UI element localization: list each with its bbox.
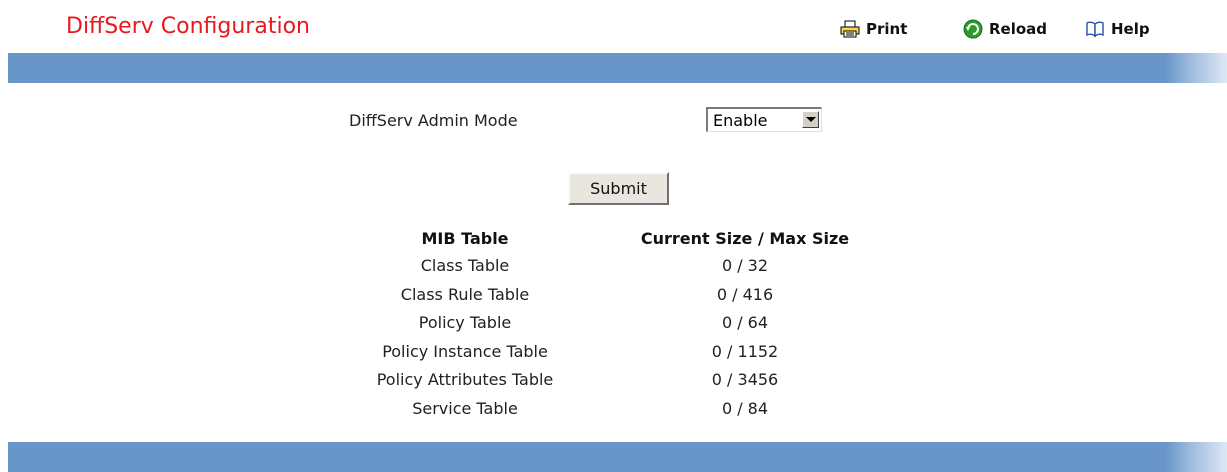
table-row-name: Policy Table: [418, 313, 512, 332]
table-row-size: 0 / 32: [721, 256, 769, 275]
table-row-name: Policy Instance Table: [382, 342, 548, 361]
table-row-size: 0 / 416: [716, 285, 774, 304]
print-label: Print: [866, 20, 908, 38]
table-row-size: 0 / 3456: [711, 370, 779, 389]
reload-label: Reload: [989, 20, 1048, 38]
print-button[interactable]: Print: [840, 17, 907, 41]
admin-mode-select[interactable]: Enable: [706, 107, 822, 132]
table-row-size: 0 / 84: [721, 399, 769, 418]
submit-button[interactable]: Submit: [568, 172, 669, 205]
page-title: DiffServ Configuration: [66, 14, 310, 39]
help-label: Help: [1111, 20, 1150, 38]
header-divider-bar: [8, 53, 1227, 83]
table-row-name: Policy Attributes Table: [376, 370, 554, 389]
mib-table-name-column: MIB Table Class Table Class Rule Table P…: [350, 229, 580, 429]
table-row-name: Class Rule Table: [400, 285, 530, 304]
printer-icon: [840, 20, 860, 38]
table-header-size: Current Size / Max Size: [640, 229, 850, 248]
table-row-size: 0 / 1152: [711, 342, 779, 361]
help-button[interactable]: Help: [1085, 17, 1150, 41]
footer-divider-bar: [8, 442, 1227, 472]
table-row-name: Class Table: [420, 256, 510, 275]
table-row-size: 0 / 64: [721, 313, 769, 332]
dropdown-arrow-icon[interactable]: [802, 111, 819, 128]
admin-mode-value: Enable: [713, 111, 768, 130]
reload-button[interactable]: Reload: [963, 17, 1047, 41]
table-row-name: Service Table: [412, 399, 518, 418]
table-header-mib-table: MIB Table: [421, 229, 509, 248]
help-book-icon: [1085, 20, 1105, 38]
reload-icon: [963, 19, 983, 39]
admin-mode-label: DiffServ Admin Mode: [349, 111, 518, 130]
header: DiffServ Configuration Print Reload Help: [8, 0, 1227, 48]
mib-table-size-column: Current Size / Max Size 0 / 32 0 / 416 0…: [600, 229, 890, 429]
